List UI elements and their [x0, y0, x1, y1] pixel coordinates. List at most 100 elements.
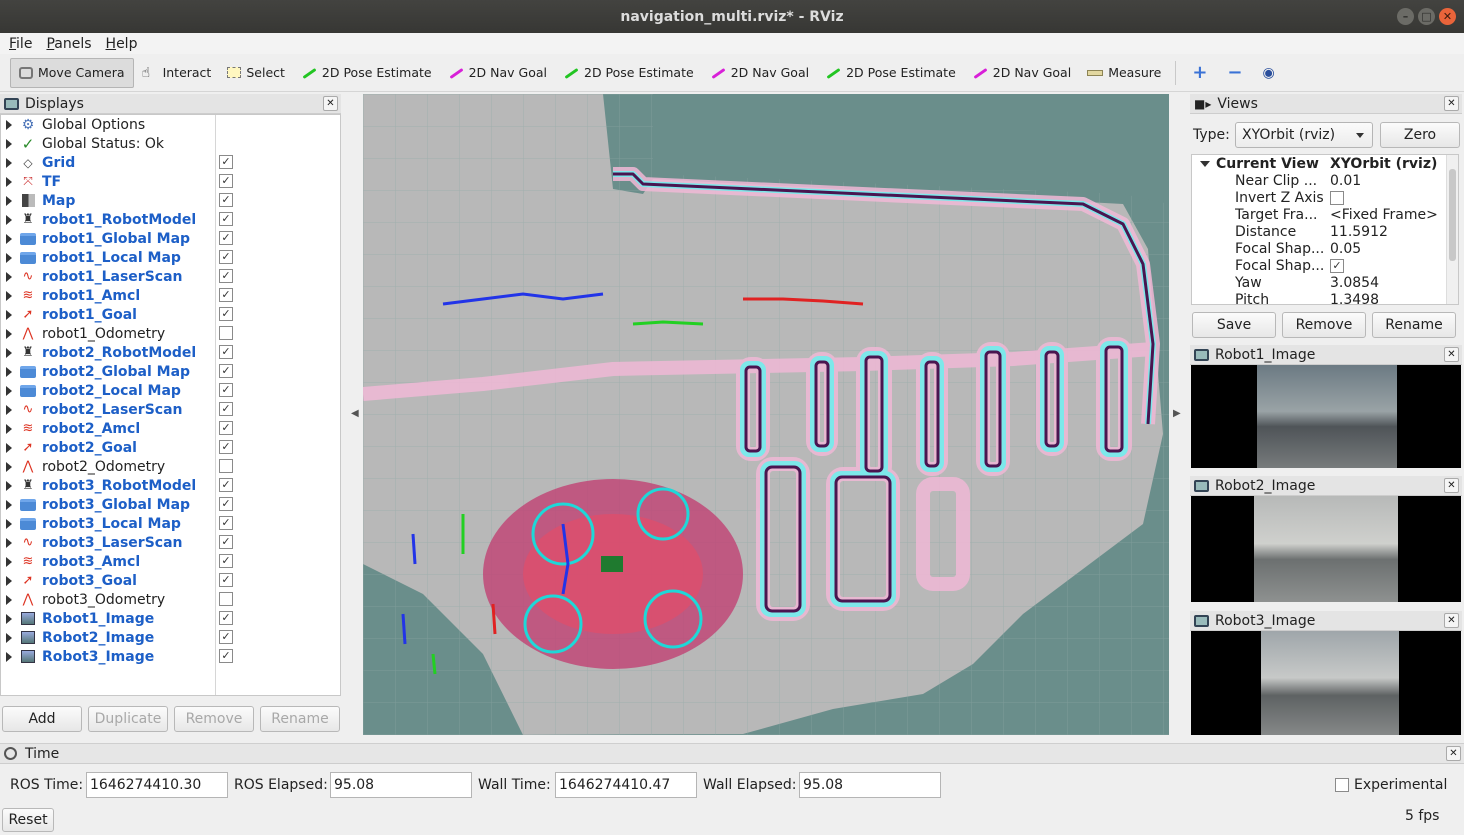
display-item[interactable]: ♜ robot1_RobotModel ✓: [1, 210, 340, 229]
display-item[interactable]: ➚ robot2_Goal ✓: [1, 438, 340, 457]
display-enabled-checkbox[interactable]: ✓: [219, 383, 233, 397]
display-enabled-checkbox[interactable]: ✓: [219, 478, 233, 492]
display-item[interactable]: ⋀ robot2_Odometry: [1, 457, 340, 476]
display-item[interactable]: ≋ robot3_Amcl ✓: [1, 552, 340, 571]
property-value[interactable]: 0.01: [1330, 173, 1361, 189]
display-enabled-checkbox[interactable]: ✓: [219, 212, 233, 226]
interact-tool[interactable]: ☝ Interact: [134, 58, 220, 88]
expand-arrow-icon[interactable]: [6, 119, 12, 130]
view-property-row[interactable]: Target Fra... <Fixed Frame>: [1192, 206, 1448, 223]
expand-arrow-icon[interactable]: [6, 252, 12, 263]
display-enabled-checkbox[interactable]: ✓: [219, 364, 233, 378]
display-enabled-checkbox[interactable]: ✓: [219, 288, 233, 302]
add-tool-icon[interactable]: +: [1182, 62, 1217, 83]
display-enabled-checkbox[interactable]: ✓: [219, 307, 233, 321]
eye-icon[interactable]: ◉: [1253, 65, 1285, 81]
display-item[interactable]: ♜ robot3_RobotModel ✓: [1, 476, 340, 495]
wall-elapsed-field[interactable]: 95.08: [799, 772, 941, 798]
display-item[interactable]: robot1_Global Map ✓: [1, 229, 340, 248]
save-view-button[interactable]: Save: [1192, 312, 1276, 338]
display-item[interactable]: Robot2_Image ✓: [1, 628, 340, 647]
view-type-select[interactable]: XYOrbit (rviz): [1235, 122, 1373, 148]
view-properties[interactable]: Current View XYOrbit (rviz) Near Clip ..…: [1191, 154, 1459, 305]
expand-arrow-icon[interactable]: [6, 442, 12, 453]
minimize-icon[interactable]: –: [1397, 8, 1414, 25]
display-item[interactable]: ∿ robot1_LaserScan ✓: [1, 267, 340, 286]
expand-arrow-icon[interactable]: [6, 385, 12, 396]
remove-view-button[interactable]: Remove: [1282, 312, 1366, 338]
nav-goal-tool-2[interactable]: 2D Nav Goal: [702, 58, 817, 88]
display-item[interactable]: ➚ robot1_Goal ✓: [1, 305, 340, 324]
pose-estimate-tool-2[interactable]: 2D Pose Estimate: [555, 58, 702, 88]
display-item[interactable]: ⋀ robot3_Odometry: [1, 590, 340, 609]
close-icon[interactable]: ✕: [323, 96, 338, 111]
display-enabled-checkbox[interactable]: [219, 592, 233, 606]
close-icon[interactable]: ✕: [1439, 8, 1456, 25]
expand-arrow-icon[interactable]: [6, 613, 12, 624]
display-item[interactable]: ✓ Global Status: Ok: [1, 134, 340, 153]
view-property-row[interactable]: Near Clip ... 0.01: [1192, 172, 1448, 189]
close-icon[interactable]: ✕: [1444, 478, 1459, 493]
close-icon[interactable]: ✕: [1444, 347, 1459, 362]
display-item[interactable]: ⤧ TF ✓: [1, 172, 340, 191]
display-enabled-checkbox[interactable]: ✓: [219, 535, 233, 549]
collapse-right-icon[interactable]: ▶: [1173, 408, 1181, 419]
collapse-left-icon[interactable]: ◀: [351, 408, 359, 419]
display-enabled-checkbox[interactable]: ✓: [219, 497, 233, 511]
display-enabled-checkbox[interactable]: ✓: [219, 231, 233, 245]
display-item[interactable]: ➚ robot3_Goal ✓: [1, 571, 340, 590]
view-property-row[interactable]: Distance 11.5912: [1192, 223, 1448, 240]
expand-arrow-icon[interactable]: [6, 138, 12, 149]
display-enabled-checkbox[interactable]: ✓: [219, 155, 233, 169]
expand-arrow-icon[interactable]: [6, 233, 12, 244]
expand-arrow-icon[interactable]: [6, 214, 12, 225]
property-value[interactable]: 0.05: [1330, 241, 1361, 257]
expand-arrow-icon[interactable]: [6, 594, 12, 605]
display-item[interactable]: robot2_Local Map ✓: [1, 381, 340, 400]
display-enabled-checkbox[interactable]: ✓: [219, 516, 233, 530]
expand-arrow-icon[interactable]: [6, 575, 12, 586]
display-enabled-checkbox[interactable]: ✓: [219, 611, 233, 625]
display-enabled-checkbox[interactable]: ✓: [219, 630, 233, 644]
view-property-row[interactable]: Yaw 3.0854: [1192, 274, 1448, 291]
expand-arrow-icon[interactable]: [6, 309, 12, 320]
property-value[interactable]: 1.3498: [1330, 292, 1379, 305]
scrollbar-thumb[interactable]: [1449, 169, 1456, 261]
expand-arrow-icon[interactable]: [6, 290, 12, 301]
display-item[interactable]: ≋ robot2_Amcl ✓: [1, 419, 340, 438]
close-icon[interactable]: ✕: [1444, 96, 1459, 111]
display-enabled-checkbox[interactable]: ✓: [219, 174, 233, 188]
maximize-icon[interactable]: □: [1418, 8, 1435, 25]
display-enabled-checkbox[interactable]: ✓: [219, 573, 233, 587]
current-view-row[interactable]: Current View XYOrbit (rviz): [1192, 155, 1448, 172]
display-enabled-checkbox[interactable]: ✓: [219, 649, 233, 663]
expand-arrow-icon[interactable]: [6, 366, 12, 377]
expand-arrow-icon[interactable]: [6, 328, 12, 339]
wall-time-field[interactable]: 1646274410.47: [555, 772, 697, 798]
expand-arrow-icon[interactable]: [6, 157, 12, 168]
display-item[interactable]: robot1_Local Map ✓: [1, 248, 340, 267]
expand-arrow-icon[interactable]: [6, 651, 12, 662]
expand-arrow-icon[interactable]: [6, 556, 12, 567]
menu-file[interactable]: File: [9, 36, 32, 52]
property-value[interactable]: 3.0854: [1330, 275, 1379, 291]
expand-arrow-icon[interactable]: [6, 499, 12, 510]
display-item[interactable]: ∿ robot2_LaserScan ✓: [1, 400, 340, 419]
ros-elapsed-field[interactable]: 95.08: [330, 772, 472, 798]
displays-tree[interactable]: ⚙ Global Options ✓ Global Status: Ok ◇ Grid ✓ ⤧…: [0, 114, 341, 696]
close-icon[interactable]: ✕: [1446, 746, 1461, 761]
pose-estimate-tool-3[interactable]: 2D Pose Estimate: [817, 58, 964, 88]
display-item[interactable]: ⚙ Global Options: [1, 115, 340, 134]
display-item[interactable]: robot2_Global Map ✓: [1, 362, 340, 381]
zero-button[interactable]: Zero: [1380, 122, 1460, 148]
display-enabled-checkbox[interactable]: ✓: [219, 421, 233, 435]
display-item[interactable]: ♜ robot2_RobotModel ✓: [1, 343, 340, 362]
view-property-row[interactable]: Invert Z Axis: [1192, 189, 1448, 206]
expand-arrow-icon[interactable]: [6, 632, 12, 643]
expand-arrow-icon[interactable]: [6, 461, 12, 472]
display-item[interactable]: robot3_Local Map ✓: [1, 514, 340, 533]
view-property-row[interactable]: Focal Shap... ✓: [1192, 257, 1448, 274]
expand-arrow-icon[interactable]: [6, 518, 12, 529]
display-enabled-checkbox[interactable]: ✓: [219, 440, 233, 454]
display-item[interactable]: ◇ Grid ✓: [1, 153, 340, 172]
